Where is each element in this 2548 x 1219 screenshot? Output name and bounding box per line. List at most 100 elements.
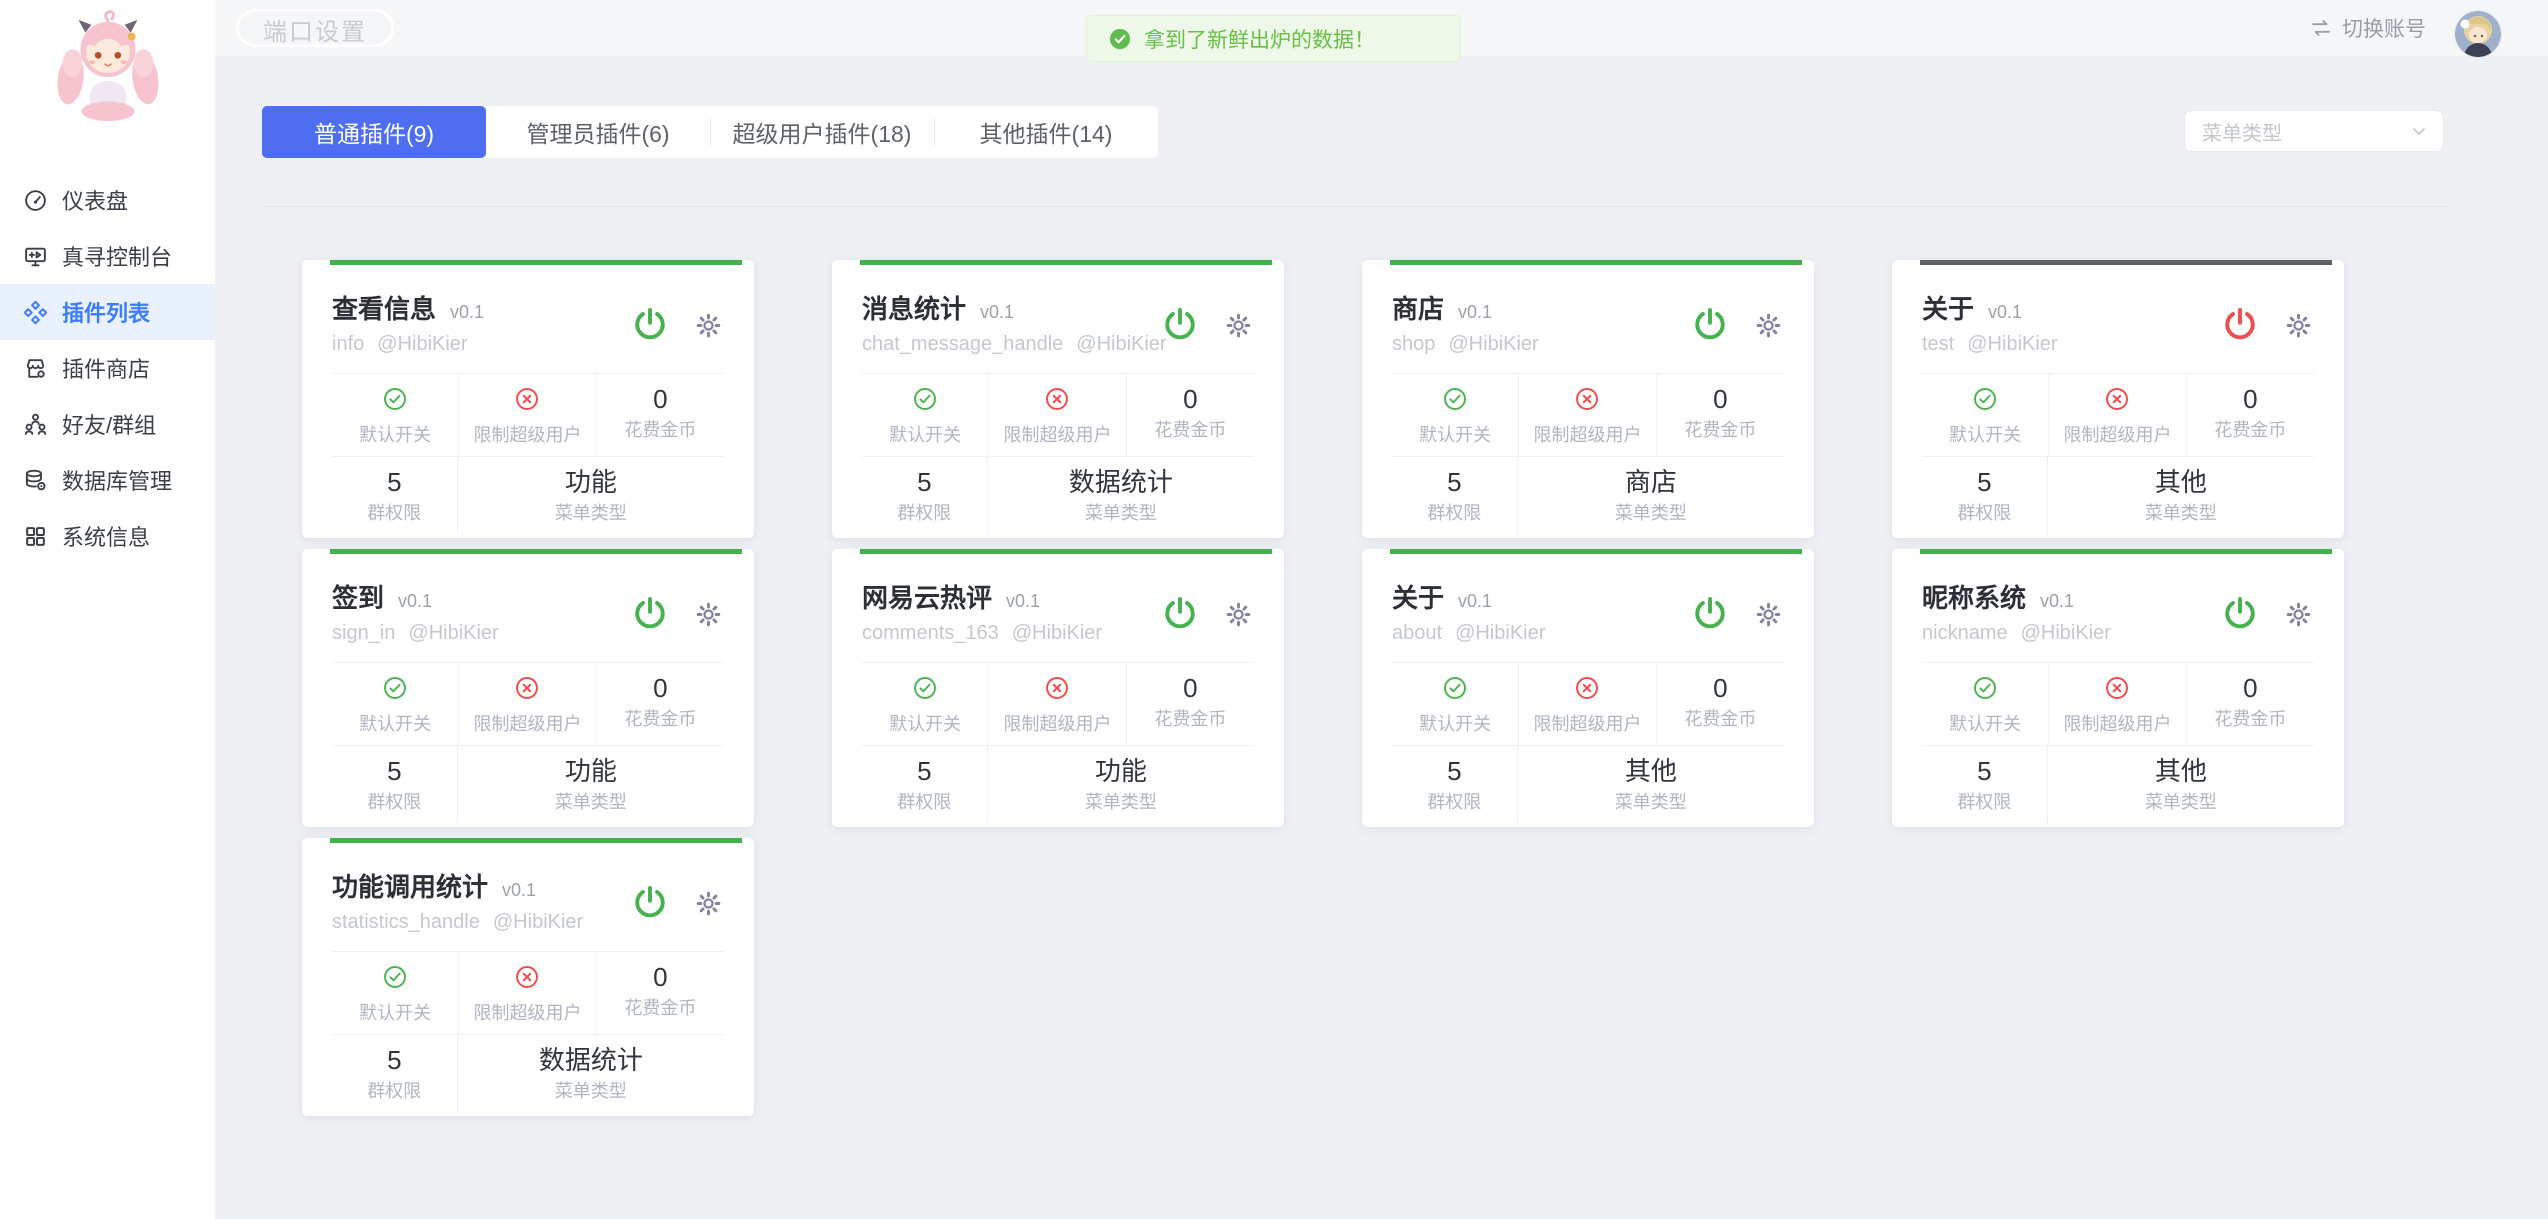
plugin-version: v0.1: [980, 297, 1014, 327]
tab-label: 其他插件(14): [980, 115, 1113, 149]
power-toggle-button[interactable]: [1692, 595, 1728, 631]
settings-gear-button[interactable]: [695, 312, 722, 339]
plugin-version: v0.1: [1006, 586, 1040, 616]
plugin-version: v0.1: [1988, 297, 2022, 327]
stat-cost-gold: 0 花费金币: [597, 663, 724, 745]
stat-label: 花费金币: [1127, 421, 1254, 439]
plugin-card: 签到 v0.1 sign_in @HibiKier 默认开关: [302, 549, 754, 827]
menu-type-dropdown[interactable]: 菜单类型: [2184, 110, 2444, 152]
settings-gear-button[interactable]: [1755, 601, 1782, 628]
sidebar-item-friends-groups[interactable]: 好友/群组: [0, 396, 215, 452]
cost-gold-value: 0: [1127, 386, 1254, 412]
stat-label: 限制超级用户: [989, 715, 1125, 733]
sidebar-item-label: 好友/群组: [62, 408, 156, 440]
stat-limit-superuser: 限制超级用户: [989, 374, 1126, 456]
stat-default-switch: 默认开关: [332, 374, 459, 456]
database-icon: [23, 468, 48, 493]
friends-icon: [23, 412, 48, 437]
gear-icon: [1755, 601, 1782, 628]
stat-label: 默认开关: [1392, 426, 1518, 444]
plugin-module: chat_message_handle: [862, 332, 1063, 356]
switch-account-button[interactable]: 切换账号: [2309, 0, 2426, 56]
power-toggle-button[interactable]: [632, 884, 668, 920]
chevron-down-icon: [2409, 121, 2429, 141]
stat-group-level: 5 群权限: [332, 1035, 458, 1112]
sidebar-item-database[interactable]: 数据库管理: [0, 452, 215, 508]
stat-label: 菜单类型: [988, 793, 1254, 811]
group-level-value: 5: [1392, 469, 1517, 495]
stat-label: 花费金币: [1657, 710, 1784, 728]
console-icon: [23, 244, 48, 269]
settings-gear-button[interactable]: [1755, 312, 1782, 339]
settings-gear-button[interactable]: [2285, 601, 2312, 628]
cost-gold-value: 0: [1657, 386, 1784, 412]
tab-normal-plugins[interactable]: 普通插件(9): [262, 106, 486, 158]
power-icon: [632, 595, 668, 631]
plugin-card-grid: 查看信息 v0.1 info @HibiKier 默认开关: [302, 260, 2344, 1116]
stat-default-switch: 默认开关: [862, 374, 989, 456]
settings-gear-button[interactable]: [1225, 601, 1252, 628]
tab-admin-plugins[interactable]: 管理员插件(6): [486, 106, 710, 158]
plugin-title: 消息统计: [862, 294, 966, 324]
card-stats: 默认开关 限制超级用户 0 花费金币 5 群权限: [862, 662, 1254, 823]
sidebar-item-system-info[interactable]: 系统信息: [0, 508, 215, 564]
stat-label: 默认开关: [332, 715, 458, 733]
stat-label: 群权限: [332, 793, 457, 811]
stat-label: 菜单类型: [2048, 504, 2314, 522]
settings-gear-button[interactable]: [2285, 312, 2312, 339]
card-header: 关于 v0.1 about @HibiKier: [1362, 549, 1814, 645]
stat-default-switch: 默认开关: [1392, 663, 1519, 745]
port-settings-button[interactable]: 端口设置: [236, 9, 394, 47]
plugin-card: 功能调用统计 v0.1 statistics_handle @HibiKier: [302, 838, 754, 1116]
settings-gear-button[interactable]: [695, 890, 722, 917]
sidebar-item-plugin-list[interactable]: 插件列表: [0, 284, 215, 340]
power-toggle-button[interactable]: [1162, 306, 1198, 342]
power-toggle-button[interactable]: [1162, 595, 1198, 631]
stat-default-switch: 默认开关: [1922, 663, 2049, 745]
sidebar-item-dashboard[interactable]: 仪表盘: [0, 172, 215, 228]
user-avatar[interactable]: [2455, 11, 2501, 57]
sidebar-item-console[interactable]: 真寻控制台: [0, 228, 215, 284]
card-header: 消息统计 v0.1 chat_message_handle @HibiKier: [832, 260, 1284, 356]
user-avatar-image: [2455, 11, 2501, 57]
card-header: 功能调用统计 v0.1 statistics_handle @HibiKier: [302, 838, 754, 934]
power-toggle-button[interactable]: [1692, 306, 1728, 342]
stat-group-level: 5 群权限: [1922, 457, 2048, 534]
menu-type-value: 其他: [2048, 469, 2314, 495]
power-toggle-button[interactable]: [632, 306, 668, 342]
power-toggle-button[interactable]: [632, 595, 668, 631]
cost-gold-value: 0: [597, 964, 724, 990]
plugin-author: @HibiKier: [493, 910, 583, 934]
tab-other-plugins[interactable]: 其他插件(14): [934, 106, 1158, 158]
stat-label: 默认开关: [1922, 426, 2048, 444]
settings-gear-button[interactable]: [695, 601, 722, 628]
stat-label: 花费金币: [1657, 421, 1784, 439]
menu-type-value: 其他: [1518, 758, 1784, 784]
sidebar-item-label: 插件列表: [62, 296, 150, 328]
group-level-value: 5: [1922, 469, 2047, 495]
check-circle-icon: [382, 964, 408, 990]
gear-icon: [695, 890, 722, 917]
dropdown-placeholder: 菜单类型: [2202, 117, 2409, 146]
plugin-title: 查看信息: [332, 294, 436, 324]
stat-limit-superuser: 限制超级用户: [459, 952, 596, 1034]
power-icon: [2222, 306, 2258, 342]
card-header: 关于 v0.1 test @HibiKier: [1892, 260, 2344, 356]
stat-label: 菜单类型: [1518, 793, 1784, 811]
gear-icon: [695, 312, 722, 339]
tab-superuser-plugins[interactable]: 超级用户插件(18): [710, 106, 934, 158]
settings-gear-button[interactable]: [1225, 312, 1252, 339]
check-circle-icon: [1972, 386, 1998, 412]
stat-default-switch: 默认开关: [1392, 374, 1519, 456]
card-stats: 默认开关 限制超级用户 0 花费金币 5 群权限: [1922, 662, 2314, 823]
stat-label: 限制超级用户: [2049, 426, 2185, 444]
power-toggle-button[interactable]: [2222, 595, 2258, 631]
sidebar-item-plugin-shop[interactable]: 插件商店: [0, 340, 215, 396]
plugin-version: v0.1: [1458, 586, 1492, 616]
stat-label: 菜单类型: [458, 504, 724, 522]
x-circle-icon: [1044, 675, 1070, 701]
x-circle-icon: [514, 675, 540, 701]
power-toggle-button[interactable]: [2222, 306, 2258, 342]
stat-label: 限制超级用户: [459, 1004, 595, 1022]
sidebar: 仪表盘 真寻控制台 插件列表 插件商店 好友/群组 数据库管理 系统信息: [0, 0, 215, 1219]
